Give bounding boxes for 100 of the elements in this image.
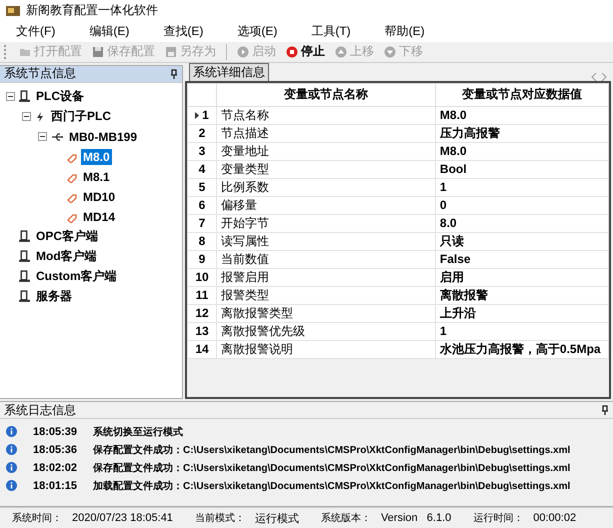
status-value: 00:00:02 (533, 512, 576, 524)
menu-item[interactable]: 编辑(E) (79, 23, 140, 40)
collapse-icon[interactable] (22, 112, 31, 122)
row-number: 3 (188, 142, 216, 160)
table-cell: 报警启用 (216, 268, 436, 286)
plc-device-icon (18, 90, 31, 104)
log-message: 系统切换至运行模式 (93, 426, 183, 439)
row-number: 13 (188, 322, 216, 340)
log-time: 18:05:39 (33, 426, 78, 438)
table-cell: 变量类型 (216, 160, 436, 178)
table-cell: 8.0 (435, 214, 608, 232)
stop-icon (286, 46, 298, 58)
toolbar-button[interactable]: 停止 (282, 42, 329, 62)
table-cell: 当前数值 (216, 250, 436, 268)
tree-item[interactable]: 服务器 (34, 287, 74, 306)
table-cell: 1 (435, 178, 608, 196)
row-number: 12 (188, 304, 216, 322)
table-cell: 离散报警 (435, 286, 608, 304)
table-cell: 1 (435, 322, 608, 340)
app-icon (6, 4, 20, 17)
column-header[interactable]: 变量或节点名称 (216, 83, 436, 106)
menu-item[interactable]: 工具(T) (301, 23, 361, 40)
row-number: 2 (188, 124, 216, 142)
row-number: 14 (188, 340, 216, 358)
panel-title: 系统节点信息 (4, 65, 76, 82)
current-row-icon (195, 112, 200, 120)
plc-device-icon (18, 270, 31, 284)
usb-icon (50, 130, 64, 143)
table-cell: False (435, 250, 608, 268)
row-number: 8 (188, 232, 216, 250)
plc-device-icon (18, 290, 31, 304)
collapse-icon[interactable] (6, 92, 15, 102)
table-cell: M8.0 (435, 142, 608, 160)
row-number: 4 (188, 160, 216, 178)
status-label: 运行时间： (473, 512, 524, 526)
tree-item[interactable]: M8.1 (81, 168, 112, 185)
tree-item[interactable]: MD14 (81, 208, 118, 225)
row-number: 10 (188, 268, 216, 286)
table-cell: 上升沿 (435, 304, 608, 322)
plc-device-icon (18, 230, 31, 244)
tree-item[interactable]: Mod客户端 (34, 247, 99, 266)
tree-item[interactable]: 西门子PLC (49, 107, 113, 126)
pin-icon[interactable] (601, 405, 609, 416)
play-icon (237, 46, 249, 58)
table-cell: 只读 (435, 232, 608, 250)
status-label: 系统版本： (320, 512, 371, 526)
status-value: Version 6.1.0 (380, 512, 452, 524)
row-number: 11 (188, 286, 216, 304)
info-icon (6, 480, 17, 492)
row-number: 7 (188, 214, 216, 232)
plc-device-icon (18, 250, 31, 264)
table-cell: 偏移量 (216, 196, 436, 214)
row-number: 6 (188, 196, 216, 214)
table-cell: M8.0 (435, 106, 608, 124)
table-cell: 读写属性 (216, 232, 436, 250)
table-cell: 比例系数 (216, 178, 436, 196)
tree-item[interactable]: PLC设备 (34, 87, 86, 106)
table-cell: 离散报警类型 (216, 304, 436, 322)
info-icon (6, 444, 17, 456)
log-time: 18:05:36 (33, 444, 78, 456)
row-number: 1 (188, 106, 216, 124)
table-cell: 水池压力高报警，高于0.5Mpa (435, 340, 608, 358)
table-cell: 变量地址 (216, 142, 436, 160)
tree-item[interactable]: MD10 (81, 188, 118, 205)
tree-item[interactable]: OPC客户端 (34, 227, 100, 246)
log-message: 保存配置文件成功：C:\Users\xiketang\Documents\CMSPro\XktConfigManager\bin\Debug\settings.xml (93, 444, 570, 457)
log-time: 18:02:02 (33, 462, 78, 474)
lightning-icon (34, 110, 46, 123)
log-time: 18:01:15 (33, 480, 78, 492)
log-message: 加载配置文件成功：C:\Users\xiketang\Documents\CMSPro\XktConfigManager\bin\Debug\settings.xml (93, 480, 570, 493)
menu-item[interactable]: 选项(E) (227, 23, 288, 40)
table-cell: Bool (435, 160, 608, 178)
menu-item[interactable]: 查找(E) (153, 23, 214, 40)
table-cell: 0 (435, 196, 608, 214)
table-cell: 报警类型 (216, 286, 436, 304)
pin-icon[interactable] (170, 68, 178, 79)
table-cell: 节点描述 (216, 124, 436, 142)
status-value: 运行模式 (254, 512, 299, 526)
info-icon (6, 462, 17, 474)
status-label: 当前模式： (194, 512, 245, 526)
log-message: 保存配置文件成功：C:\Users\xiketang\Documents\CMSPro\XktConfigManager\bin\Debug\settings.xml (93, 462, 570, 475)
collapse-icon[interactable] (38, 132, 47, 142)
menu-item[interactable]: 文件(F) (6, 23, 66, 40)
table-cell: 开始字节 (216, 214, 436, 232)
window-title: 新阁教育配置一体化软件 (26, 2, 158, 20)
menu-item[interactable]: 帮助(E) (374, 23, 435, 40)
tree-item[interactable]: MB0-MB199 (67, 128, 140, 145)
tree-item[interactable]: M8.0 (81, 148, 112, 165)
column-header[interactable]: 变量或节点对应数据值 (435, 83, 608, 106)
table-cell: 节点名称 (216, 106, 436, 124)
info-icon (6, 426, 17, 438)
table-cell: 压力高报警 (435, 124, 608, 142)
table-cell: 离散报警说明 (216, 340, 436, 358)
row-number: 5 (188, 178, 216, 196)
tab[interactable]: 系统详细信息 (189, 62, 269, 81)
panel-title: 系统日志信息 (4, 402, 76, 419)
tree-item[interactable]: Custom客户端 (34, 267, 119, 286)
table-cell: 离散报警优先级 (216, 322, 436, 340)
row-number: 9 (188, 250, 216, 268)
table-cell: 启用 (435, 268, 608, 286)
